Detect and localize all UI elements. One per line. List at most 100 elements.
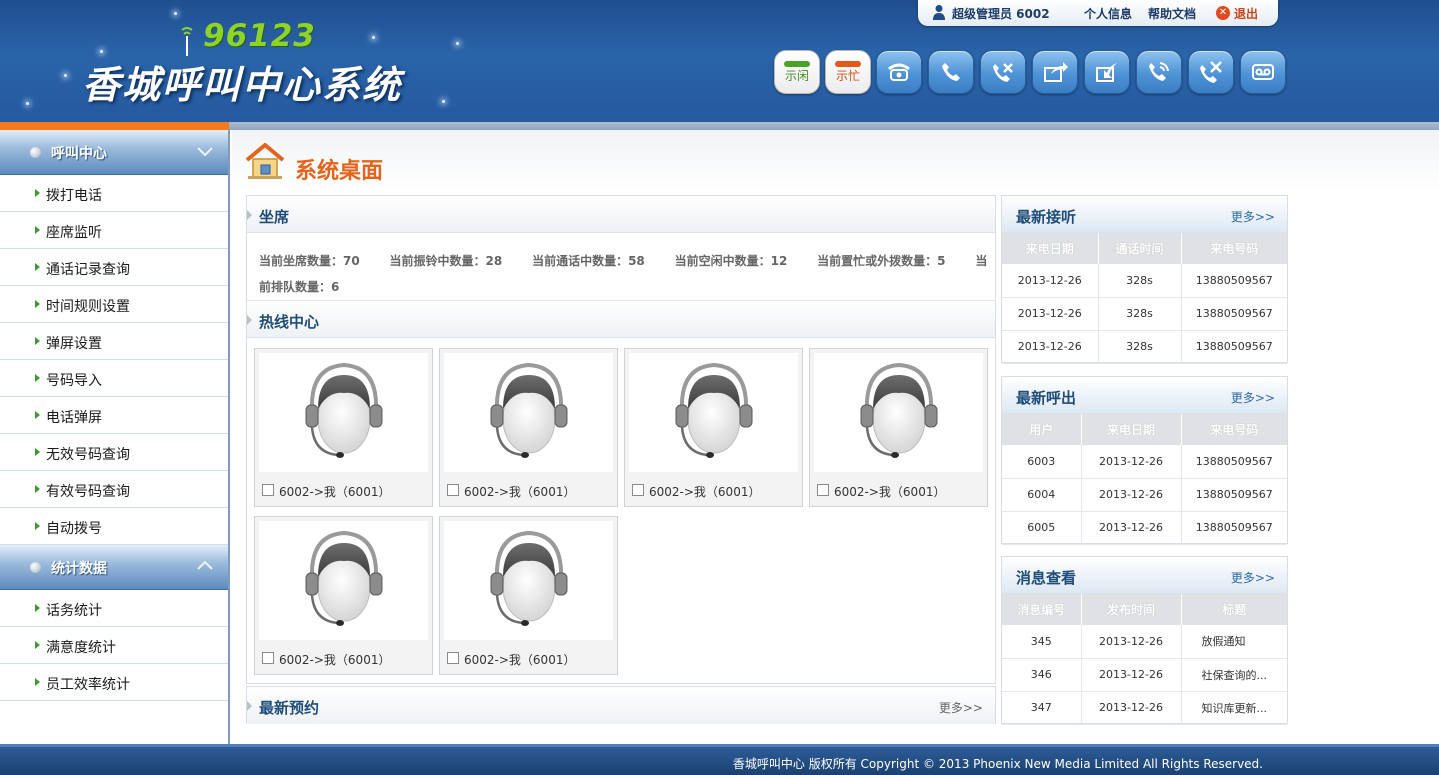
monitor-button[interactable] <box>1136 50 1182 94</box>
sidebar-item-label: 电话弹屏 <box>46 410 102 426</box>
latest-outbound-title: 最新呼出 <box>1016 389 1077 407</box>
menu-group-statistics[interactable]: 统计数据 <box>0 545 228 590</box>
sidebar-item-label: 员工效率统计 <box>46 677 130 693</box>
hotline-panel-header: 热线中心 <box>247 301 995 338</box>
reservation-panel-header: 最新预约 更多>> <box>247 687 995 724</box>
agent-checkbox[interactable] <box>447 652 459 664</box>
home-icon <box>245 143 285 179</box>
table-row[interactable]: 2013-12-26 328s 13880509567 <box>1002 330 1287 364</box>
sidebar-item-label: 时间规则设置 <box>46 299 130 315</box>
sidebar-item-number-import[interactable]: 号码导入 <box>0 360 228 397</box>
sidebar-item-label: 有效号码查询 <box>46 484 130 500</box>
user-bar: 超级管理员 6002 个人信息 帮助文档 ✕ 退出 <box>918 0 1278 26</box>
table-row[interactable]: 345 2013-12-26 放假通知 <box>1002 625 1287 659</box>
sidebar-item-satisfaction-stats[interactable]: 满意度统计 <box>0 627 228 664</box>
set-busy-button[interactable]: 示忙 <box>825 50 871 94</box>
latest-outbound-table: 用户 来电日期 来电号码 6003 2013-12-26 13880509567… <box>1002 414 1287 545</box>
sidebar-item-auto-dial[interactable]: 自动拨号 <box>0 508 228 545</box>
sidebar-item-time-rules[interactable]: 时间规则设置 <box>0 286 228 323</box>
agent-checkbox[interactable] <box>262 652 274 664</box>
column-header: 标题 <box>1181 594 1287 625</box>
sidebar-item-invalid-numbers[interactable]: 无效号码查询 <box>0 434 228 471</box>
sidebar-item-call-records[interactable]: 通话记录查询 <box>0 249 228 286</box>
table-row[interactable]: 2013-12-26 328s 13880509567 <box>1002 264 1287 298</box>
column-header: 用户 <box>1002 414 1082 445</box>
menu-group-title: 统计数据 <box>51 561 107 577</box>
logout-icon[interactable]: ✕ <box>1216 6 1230 20</box>
table-cell: 328s <box>1098 330 1182 364</box>
message-title-link[interactable]: 社保查询的... <box>1181 658 1287 692</box>
footer: 香城呼叫中心 版权所有 Copyright © 2013 Phoenix New… <box>0 744 1439 775</box>
help-link[interactable]: 帮助文档 <box>1148 5 1196 22</box>
agent-label: 6002->我（6001） <box>464 485 576 499</box>
table-cell: 2013-12-26 <box>1081 445 1182 479</box>
telephone-button[interactable] <box>876 50 922 94</box>
sidebar-item-seat-monitor[interactable]: 座席监听 <box>0 212 228 249</box>
table-cell: 13880509567 <box>1181 445 1287 479</box>
table-row[interactable]: 6003 2013-12-26 13880509567 <box>1002 445 1287 479</box>
sidebar-item-efficiency-stats[interactable]: 员工效率统计 <box>0 664 228 701</box>
table-cell: 2013-12-26 <box>1002 264 1099 298</box>
menu-group-call-center[interactable]: 呼叫中心 <box>0 130 228 175</box>
agent-checkbox[interactable] <box>447 484 459 496</box>
logout-link[interactable]: 退出 <box>1234 5 1258 22</box>
agent-checkbox[interactable] <box>262 484 274 496</box>
agent-card[interactable]: 6002->我（6001） <box>254 516 433 675</box>
sidebar-item-valid-numbers[interactable]: 有效号码查询 <box>0 471 228 508</box>
menu-group-title: 呼叫中心 <box>51 146 107 162</box>
voicemail-button[interactable] <box>1240 50 1286 94</box>
transfer-back-icon <box>1096 63 1117 82</box>
arrow-right-icon <box>35 374 40 382</box>
agent-checkbox[interactable] <box>817 484 829 496</box>
transfer-button[interactable] <box>1032 50 1078 94</box>
sidebar-item-traffic-stats[interactable]: 话务统计 <box>0 590 228 627</box>
messages-more-link[interactable]: 更多>> <box>1231 569 1275 586</box>
seat-panel: 坐席 当前坐席数量：70 当前振铃中数量：28 当前通话中数量：58 当前空闲中… <box>246 195 996 302</box>
stat-total-seats: 当前坐席数量：70 <box>259 254 360 268</box>
table-row[interactable]: 6005 2013-12-26 13880509567 <box>1002 511 1287 545</box>
agent-card[interactable]: 6002->我（6001） <box>439 348 618 507</box>
table-row[interactable]: 347 2013-12-26 知识库更新... <box>1002 691 1287 725</box>
bullet-icon <box>30 562 41 573</box>
agent-checkbox[interactable] <box>632 484 644 496</box>
sidebar-item-label: 话务统计 <box>46 603 102 619</box>
sidebar-item-phone-popup[interactable]: 电话弹屏 <box>0 397 228 434</box>
message-title-link[interactable]: 放假通知 <box>1181 625 1287 659</box>
page-title: 系统桌面 <box>295 159 384 184</box>
reservation-more-link[interactable]: 更多>> <box>939 699 983 716</box>
table-row[interactable]: 346 2013-12-26 社保查询的... <box>1002 658 1287 692</box>
hangup-button[interactable] <box>980 50 1026 94</box>
call-button[interactable] <box>928 50 974 94</box>
latest-listen-header: 最新接听 更多>> <box>1002 196 1287 233</box>
chevron-up-icon[interactable] <box>196 557 214 575</box>
messages-header: 消息查看 更多>> <box>1002 557 1287 594</box>
agent-card[interactable]: 6002->我（6001） <box>809 348 988 507</box>
agent-card[interactable]: 6002->我（6001） <box>624 348 803 507</box>
table-cell: 13880509567 <box>1181 297 1287 331</box>
seat-panel-title: 坐席 <box>259 208 290 226</box>
table-cell: 2013-12-26 <box>1002 330 1099 364</box>
agent-headset-icon <box>305 362 382 458</box>
whisper-button[interactable] <box>1188 50 1234 94</box>
agent-headset-icon <box>490 362 567 458</box>
sidebar-item-dial[interactable]: 拨打电话 <box>0 175 228 212</box>
latest-outbound-more-link[interactable]: 更多>> <box>1231 389 1275 406</box>
bullet-icon <box>30 147 41 158</box>
latest-listen-more-link[interactable]: 更多>> <box>1231 208 1275 225</box>
whisper-icon <box>1200 61 1222 83</box>
table-row[interactable]: 2013-12-26 328s 13880509567 <box>1002 297 1287 331</box>
set-idle-button[interactable]: 示闲 <box>774 50 820 94</box>
message-title-link[interactable]: 知识库更新... <box>1181 691 1287 725</box>
table-cell: 328s <box>1098 264 1182 298</box>
agent-card[interactable]: 6002->我（6001） <box>439 516 618 675</box>
table-cell: 6005 <box>1002 511 1082 545</box>
agent-card[interactable]: 6002->我（6001） <box>254 348 433 507</box>
agent-label: 6002->我（6001） <box>649 485 761 499</box>
profile-link[interactable]: 个人信息 <box>1084 5 1132 22</box>
transfer-back-button[interactable] <box>1084 50 1130 94</box>
arrow-right-icon <box>35 300 40 308</box>
table-row[interactable]: 6004 2013-12-26 13880509567 <box>1002 478 1287 512</box>
table-cell: 2013-12-26 <box>1081 511 1182 545</box>
chevron-down-icon[interactable] <box>196 142 214 160</box>
sidebar-item-popup-settings[interactable]: 弹屏设置 <box>0 323 228 360</box>
